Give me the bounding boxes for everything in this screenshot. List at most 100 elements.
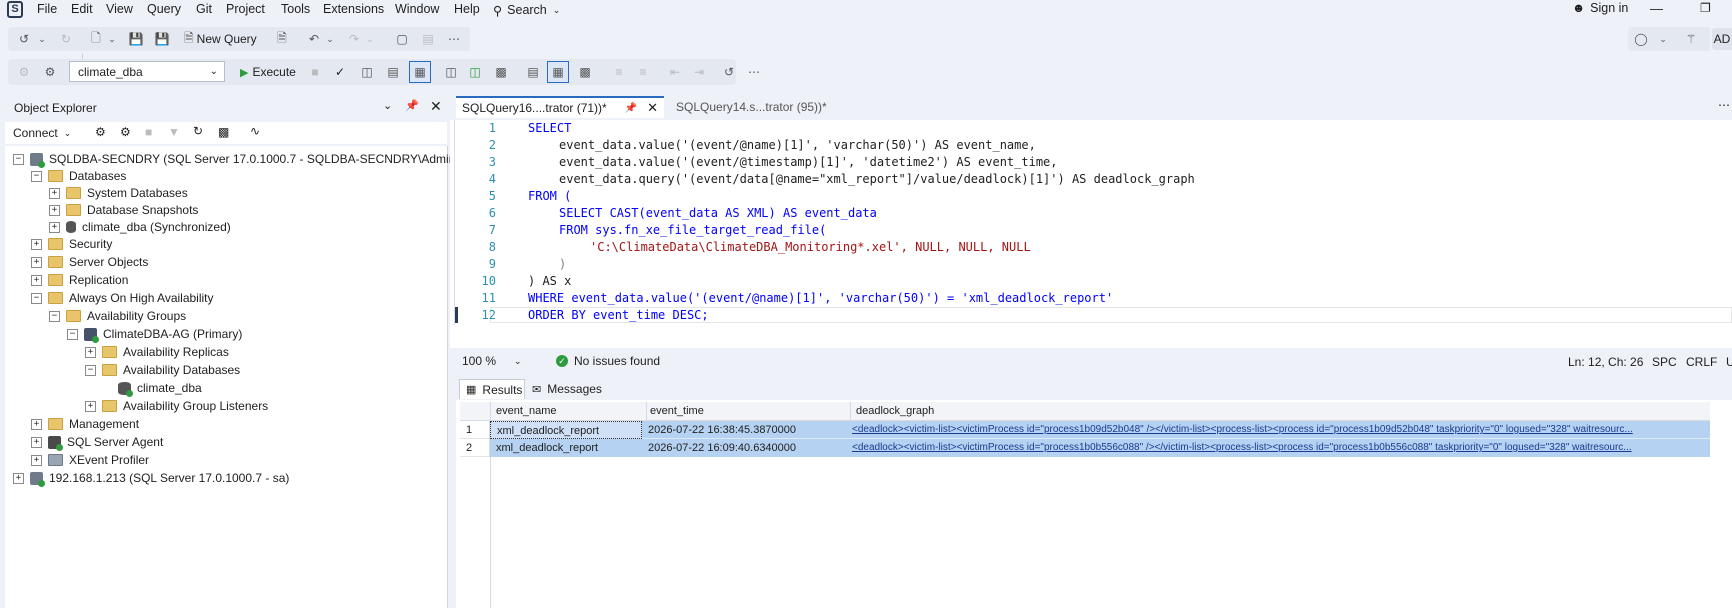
menu-file[interactable]: File [37, 2, 57, 16]
estimated-plan-icon[interactable]: ◫ [356, 61, 378, 83]
expand-icon[interactable]: + [85, 346, 96, 358]
decrease-indent-icon[interactable]: ⇤ [664, 61, 686, 83]
column-header-event-time[interactable]: event_time [648, 402, 851, 420]
column-header-deadlock-graph[interactable]: deadlock_graph [854, 402, 1256, 420]
new-dropdown-icon[interactable]: ⌄ [106, 28, 118, 50]
tree-node-ag-climate-dba[interactable]: climate_dba [118, 380, 202, 397]
back-dropdown-icon[interactable]: ⌄ [36, 28, 48, 50]
query-options-icon[interactable]: ▤ [382, 61, 404, 83]
expand-icon[interactable]: + [13, 472, 24, 484]
query-editor[interactable]: 1 2 3 4 5 6 7 8 9 10 11 12 SELECT event_… [450, 120, 1732, 348]
tree-node-ag-listeners[interactable]: + Availability Group Listeners [85, 398, 268, 414]
restore-icon[interactable]: ❐ [1700, 1, 1711, 15]
menu-query[interactable]: Query [147, 2, 181, 16]
save-all-icon[interactable]: 💾 [152, 28, 172, 50]
live-stats-icon[interactable]: ◫ [464, 61, 486, 83]
menu-tools[interactable]: Tools [281, 2, 310, 16]
cell-event-name[interactable]: xml_deadlock_report [490, 439, 642, 457]
include-plan-icon[interactable]: ◫ [440, 61, 462, 83]
cell-deadlock-graph-link[interactable]: <deadlock><victim-list><victimProcess id… [846, 421, 1710, 439]
tab-messages[interactable]: ✉ Messages [530, 379, 608, 399]
execute-button[interactable]: ▶ Execute [240, 61, 296, 83]
menu-edit[interactable]: Edit [71, 2, 93, 16]
search-box[interactable]: ⚲ Search ⌄ [493, 2, 560, 18]
query-file-icon[interactable]: 🗎 [272, 28, 292, 50]
results-to-grid-icon[interactable]: ▦ [547, 61, 569, 83]
menu-extensions[interactable]: Extensions [323, 2, 384, 16]
tree-node-climatedba-ag[interactable]: − ClimateDBA-AG (Primary) [67, 326, 242, 343]
tab-overflow-icon[interactable]: ⋯ [1718, 98, 1730, 112]
chevron-down-icon[interactable]: ⌄ [383, 99, 392, 112]
parse-icon[interactable]: ✓ [330, 61, 350, 83]
pin-icon[interactable]: 📌 [625, 103, 637, 114]
pin-icon[interactable]: 📌 [405, 99, 419, 112]
redo-icon[interactable]: ↷ [344, 28, 364, 50]
expand-icon[interactable]: + [85, 400, 96, 412]
change-connection-icon[interactable]: ⚙ [40, 61, 60, 83]
tree-node-availability-replicas[interactable]: + Availability Replicas [85, 344, 229, 360]
column-header-event-name[interactable]: event_name [494, 402, 647, 420]
expand-icon[interactable]: + [49, 221, 60, 233]
expand-icon[interactable]: + [31, 256, 42, 268]
toolbar-overflow-icon[interactable]: ⋯ [444, 28, 464, 50]
pulse-icon[interactable]: ∿ [250, 124, 260, 138]
activity-monitor-icon[interactable]: ▩ [218, 125, 229, 139]
tree-node-availability-groups[interactable]: − Availability Groups [49, 308, 186, 324]
minimize-icon[interactable]: — [1650, 1, 1663, 16]
stop-icon[interactable]: ■ [306, 61, 324, 83]
expand-icon[interactable]: + [31, 436, 42, 448]
expand-icon[interactable]: + [31, 238, 42, 250]
collapse-icon[interactable]: − [31, 292, 42, 304]
account-badge[interactable]: AD [1712, 28, 1732, 50]
tree-node-databases[interactable]: − Databases [31, 168, 126, 184]
table-row[interactable]: 1 xml_deadlock_report 2026-07-22 16:38:4… [460, 421, 1710, 439]
tree-node-security[interactable]: + Security [31, 236, 112, 252]
menu-help[interactable]: Help [454, 2, 480, 16]
collapse-icon[interactable]: − [13, 153, 24, 165]
cell-deadlock-graph-link[interactable]: <deadlock><victim-list><victimProcess id… [846, 439, 1710, 457]
menu-project[interactable]: Project [226, 2, 265, 16]
copilot-icon[interactable]: ◯ [1630, 28, 1652, 50]
tab-sqlquery16[interactable]: SQLQuery16....trator (71))* 📌 ✕ [456, 96, 664, 118]
uncomment-icon[interactable]: ≡ [632, 61, 654, 83]
tab-sqlquery14[interactable]: SQLQuery14.s...trator (95))* [674, 96, 836, 118]
results-to-file-icon[interactable]: ▩ [574, 61, 596, 83]
zoom-select[interactable]: 100 % ⌄ [462, 354, 522, 368]
menu-view[interactable]: View [106, 2, 133, 16]
tree-node-availability-databases[interactable]: − Availability Databases [85, 362, 240, 378]
redo-dropdown-icon[interactable]: ⌄ [364, 28, 376, 50]
new-project-icon[interactable]: 🗋 [86, 28, 106, 50]
intellisense-icon[interactable]: ▦ [409, 61, 431, 83]
tab-results[interactable]: ▦ Results [459, 379, 525, 399]
connect-button[interactable]: Connect ⌄ [13, 126, 71, 140]
tree-node-system-databases[interactable]: + System Databases [49, 185, 188, 201]
back-icon[interactable]: ↺ [14, 28, 34, 50]
close-icon[interactable]: ✕ [430, 98, 442, 115]
expand-icon[interactable]: + [49, 204, 60, 216]
expand-icon[interactable]: + [31, 418, 42, 430]
client-stats-icon[interactable]: ▩ [490, 61, 512, 83]
tree-node-management[interactable]: + Management [31, 416, 139, 432]
menu-git[interactable]: Git [196, 2, 212, 16]
tree-node-always-on[interactable]: − Always On High Availability [31, 290, 214, 306]
table-row[interactable]: 2 xml_deadlock_report 2026-07-22 16:09:4… [460, 439, 1710, 457]
database-select[interactable]: climate_dba ⌄ [69, 61, 225, 82]
filter-icon[interactable]: ▼ [168, 125, 180, 139]
save-icon[interactable]: 💾 [126, 28, 146, 50]
sign-in-button[interactable]: ☻ Sign in [1572, 1, 1628, 15]
expand-icon[interactable]: + [49, 187, 60, 199]
issues-indicator[interactable]: ✓ No issues found [556, 354, 660, 368]
tree-node-xevent-profiler[interactable]: + XEvent Profiler [31, 452, 149, 468]
refresh-icon[interactable]: ↻ [193, 124, 203, 138]
new-query-button[interactable]: 🗎 New Query [184, 28, 257, 50]
collapse-icon[interactable]: − [85, 364, 96, 376]
cell-event-name[interactable]: xml_deadlock_report [490, 421, 642, 439]
activity-monitor-icon[interactable]: ▢ [392, 28, 412, 50]
copilot-dropdown-icon[interactable]: ⌄ [1656, 28, 1670, 50]
tree-node-server-objects[interactable]: + Server Objects [31, 254, 148, 270]
connect-plug-icon[interactable]: ⚙ [95, 125, 106, 139]
tree-node-server-2[interactable]: + 192.168.1.213 (SQL Server 17.0.1000.7 … [13, 470, 289, 487]
expand-icon[interactable]: + [31, 454, 42, 466]
disconnect-icon[interactable]: ⚙ [120, 125, 131, 139]
collapse-icon[interactable]: − [67, 328, 78, 340]
